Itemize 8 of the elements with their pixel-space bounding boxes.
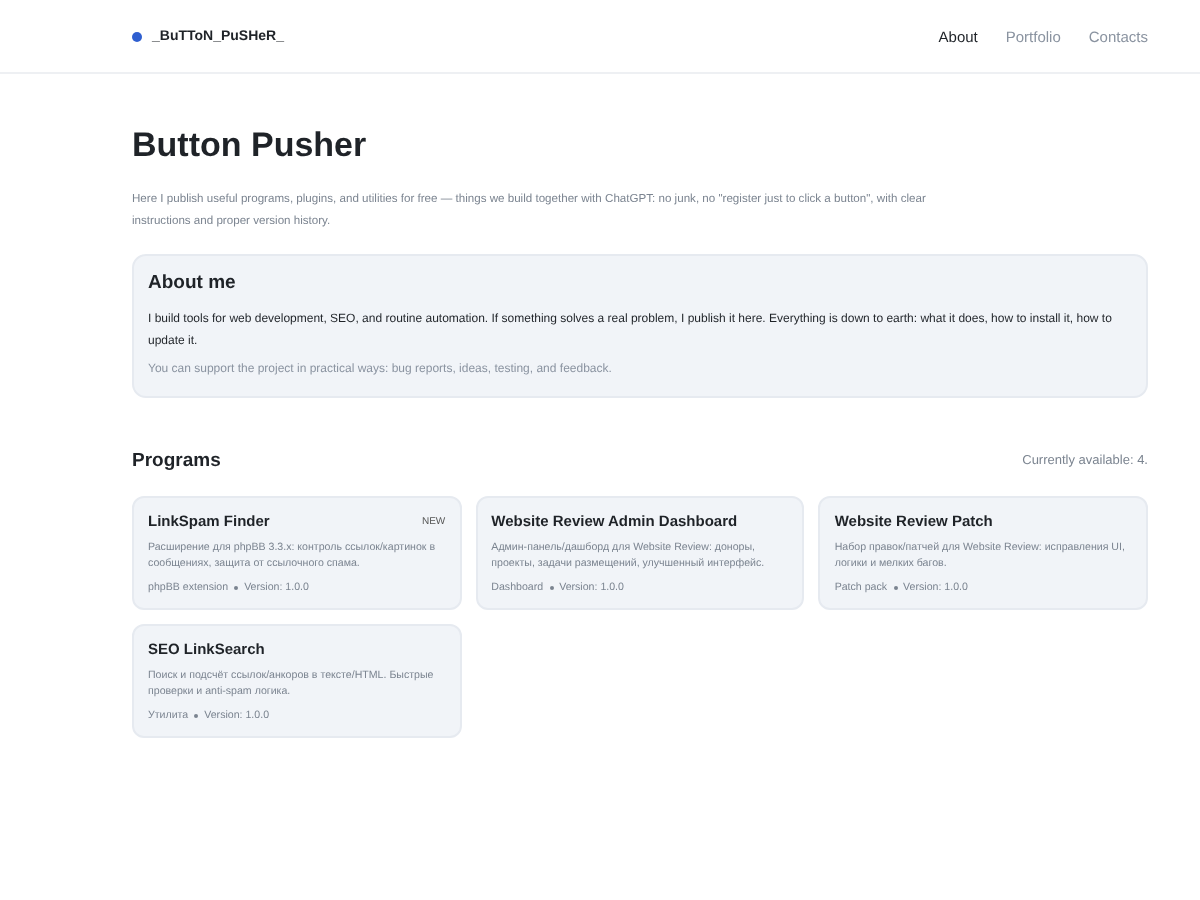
section-title: About me [148,272,238,294]
page-title: Button Pusher [132,126,369,166]
logo-dot-icon [132,31,142,41]
separator-dot-icon [893,586,898,590]
separator-dot-icon [194,714,199,718]
separator-dot-icon [549,586,554,590]
separator-dot-icon [234,586,239,590]
section-title: Programs [132,450,221,472]
